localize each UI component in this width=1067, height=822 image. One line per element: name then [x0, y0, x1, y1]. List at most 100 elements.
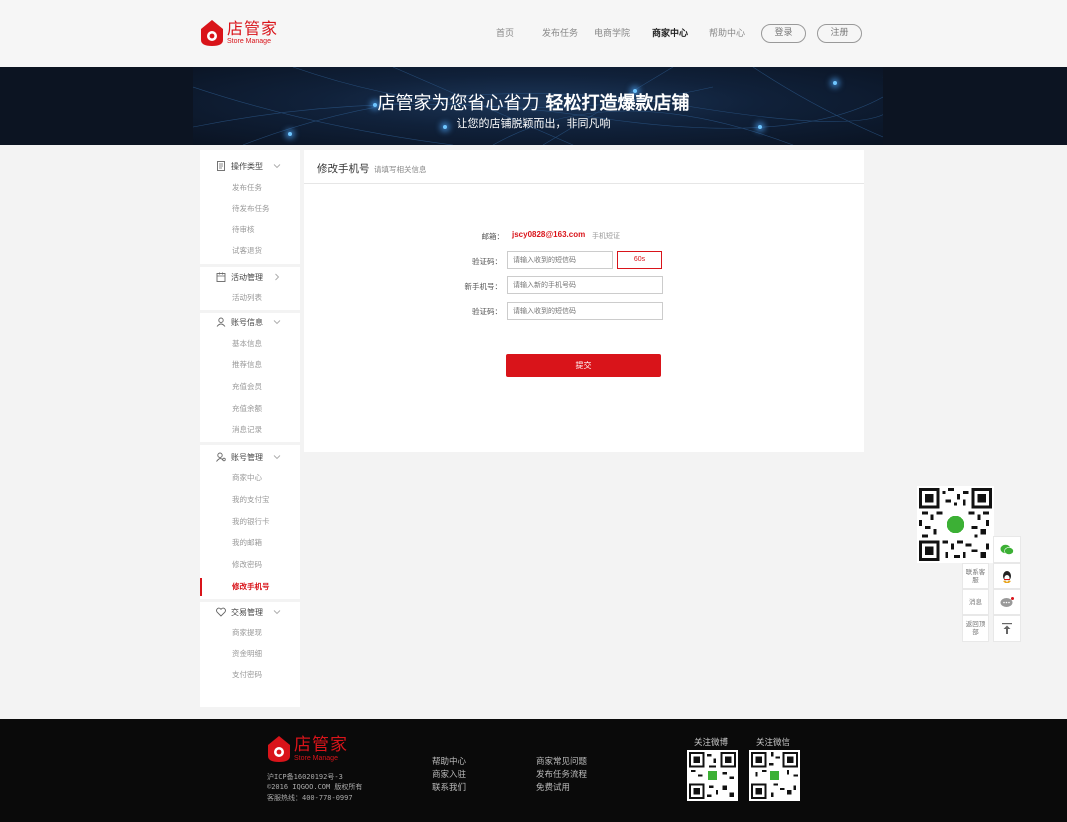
qq-icon [1003, 571, 1011, 583]
sidebar-item-change-phone[interactable]: 修改手机号 [200, 578, 300, 596]
contact-service-button[interactable]: 联系客服 [962, 563, 989, 589]
brand-name-cn: 店管家 [227, 19, 279, 38]
email-label: 邮箱： [481, 232, 505, 241]
weibo-qr-code [687, 750, 738, 801]
sidebar-item-basic-info[interactable]: 基本信息 [200, 335, 300, 353]
sidebar-divider [200, 442, 300, 445]
sidebar-item-pending-publish[interactable]: 待发布任务 [200, 200, 300, 218]
footer-link-task-flow[interactable]: 发布任务流程 [536, 768, 587, 780]
sidebar-item-pending-review[interactable]: 待审核 [200, 221, 300, 239]
nav-help-center[interactable]: 帮助中心 [709, 24, 745, 44]
icp-number: 沪ICP备16020192号-3 [267, 773, 343, 781]
banner-title: 店管家为您省心省力 轻松打造爆款店铺 [377, 93, 690, 114]
chevron-down-icon [273, 162, 281, 170]
sidebar-divider [200, 264, 300, 267]
document-icon [216, 161, 226, 171]
footer-link-free-trial[interactable]: 免费试用 [536, 781, 570, 793]
sidebar-group-account-manage[interactable]: 账号管理 [200, 448, 300, 466]
chat-bubble-icon [1000, 597, 1014, 607]
change-phone-panel: 修改手机号 请填写相关信息 邮箱： jscy0828@163.com 手机短证 … [304, 150, 864, 452]
top-header: 店管家 Store Manage 首页 发布任务 电商学院 商家中心 帮助中心 … [0, 0, 1067, 67]
sidebar-item-membership[interactable]: 充值会员 [200, 378, 300, 396]
logo-icon [201, 20, 223, 46]
heart-icon [216, 607, 226, 617]
sidebar-item-publish-task[interactable]: 发布任务 [200, 179, 300, 197]
light-dot [288, 132, 292, 136]
qr-code-icon [689, 752, 736, 799]
footer-link-join[interactable]: 商家入驻 [432, 768, 466, 780]
promo-banner: 店管家为您省心省力 轻松打造爆款店铺 让您的店铺脱颖而出，非同凡响 [0, 67, 1067, 145]
chat-button[interactable] [993, 589, 1021, 615]
light-dot [833, 81, 837, 85]
wechat-button[interactable] [993, 536, 1021, 563]
sidebar-item-pay-password[interactable]: 支付密码 [200, 666, 300, 684]
sidebar-item-email[interactable]: 我的邮箱 [200, 534, 300, 552]
panel-header: 修改手机号 请填写相关信息 [304, 150, 864, 184]
sidebar-group-account-info[interactable]: 账号信息 [200, 313, 300, 331]
brand-logo[interactable]: 店管家 Store Manage [201, 19, 278, 47]
sidebar-item-referral-info[interactable]: 推荐信息 [200, 356, 300, 374]
new-phone-label: 新手机号： [464, 282, 503, 291]
chevron-down-icon [273, 318, 281, 326]
nav-home[interactable]: 首页 [496, 24, 514, 44]
email-tag: 手机短证 [592, 232, 620, 240]
login-button[interactable]: 登录 [761, 24, 806, 43]
site-footer: 店管家 Store Manage 沪ICP备16020192号-3 ©2016 … [0, 719, 1067, 822]
sidebar-item-withdraw[interactable]: 商家提现 [200, 624, 300, 642]
back-to-top-button[interactable]: 返回顶部 [962, 615, 989, 642]
page-title: 修改手机号 [317, 163, 370, 175]
message-label: 消息 [969, 598, 982, 606]
footer-link-faq[interactable]: 商家常见问题 [536, 755, 587, 767]
back-top-label: 返回顶部 [965, 620, 986, 636]
sidebar-item-fund-details[interactable]: 资金明细 [200, 645, 300, 663]
qr-code-icon [751, 752, 798, 799]
sidebar-item-change-password[interactable]: 修改密码 [200, 556, 300, 574]
sidebar-group-operation[interactable]: 操作类型 [200, 157, 300, 175]
footer-link-help[interactable]: 帮助中心 [432, 755, 466, 767]
sidebar-item-messages[interactable]: 消息记录 [200, 421, 300, 439]
hotline: 客服热线：400-778-0997 [267, 794, 353, 802]
contact-service-label: 联系客服 [965, 568, 986, 584]
brand-name-cn: 店管家 [294, 734, 348, 755]
calendar-icon [216, 272, 226, 282]
qq-button[interactable] [993, 563, 1021, 589]
banner-subtitle: 让您的店铺脱颖而出，非同凡响 [456, 117, 611, 130]
scroll-top-button[interactable] [993, 615, 1021, 642]
nav-publish-task[interactable]: 发布任务 [542, 24, 578, 44]
sidebar-item-returns[interactable]: 试客退货 [200, 242, 300, 260]
wechat-qr-code [749, 750, 800, 801]
send-code-button[interactable]: 60s [617, 251, 662, 269]
sidebar-item-alipay[interactable]: 我的支付宝 [200, 491, 300, 509]
copyright: ©2016 IQGOO.COM 版权所有 [267, 783, 363, 791]
floating-toolbar: 联系客服 消息 返回顶部 [962, 536, 1021, 642]
nav-merchant-center[interactable]: 商家中心 [652, 24, 688, 44]
sidebar-group-transactions[interactable]: 交易管理 [200, 603, 300, 621]
code2-input[interactable] [507, 302, 663, 320]
wechat-icon [1000, 544, 1014, 555]
user-settings-icon [216, 452, 226, 462]
logo-icon [268, 736, 290, 762]
sidebar-item-merchant-center[interactable]: 商家中心 [200, 469, 300, 487]
chevron-down-icon [273, 453, 281, 461]
code1-input[interactable] [507, 251, 613, 269]
register-button[interactable]: 注册 [817, 24, 862, 43]
footer-logo[interactable]: 店管家 Store Manage [268, 736, 348, 762]
wechat-qr-title: 关注微信 [756, 738, 791, 748]
chevron-down-icon [273, 608, 281, 616]
new-phone-input[interactable] [507, 276, 663, 294]
footer-link-contact[interactable]: 联系我们 [432, 781, 466, 793]
sidebar-divider [200, 599, 300, 602]
submit-button[interactable]: 提交 [506, 354, 661, 377]
brand-name-en: Store Manage [294, 754, 338, 762]
sidebar-item-bank-card[interactable]: 我的银行卡 [200, 513, 300, 531]
message-button[interactable]: 消息 [962, 589, 989, 615]
weibo-qr-title: 关注微博 [694, 738, 729, 748]
sidebar-group-activity[interactable]: 活动管理 [200, 268, 300, 286]
code1-label: 验证码： [472, 257, 502, 266]
sidebar-item-activity-list[interactable]: 活动列表 [200, 289, 300, 307]
sidebar-item-recharge[interactable]: 充值余额 [200, 400, 300, 418]
page-hint: 请填写相关信息 [374, 165, 427, 174]
code2-label: 验证码： [472, 307, 502, 316]
sidebar-menu: 操作类型 发布任务 待发布任务 待审核 试客退货 活动管理 活动列表 账号信息 … [200, 150, 300, 707]
nav-ecommerce-academy[interactable]: 电商学院 [594, 24, 630, 44]
